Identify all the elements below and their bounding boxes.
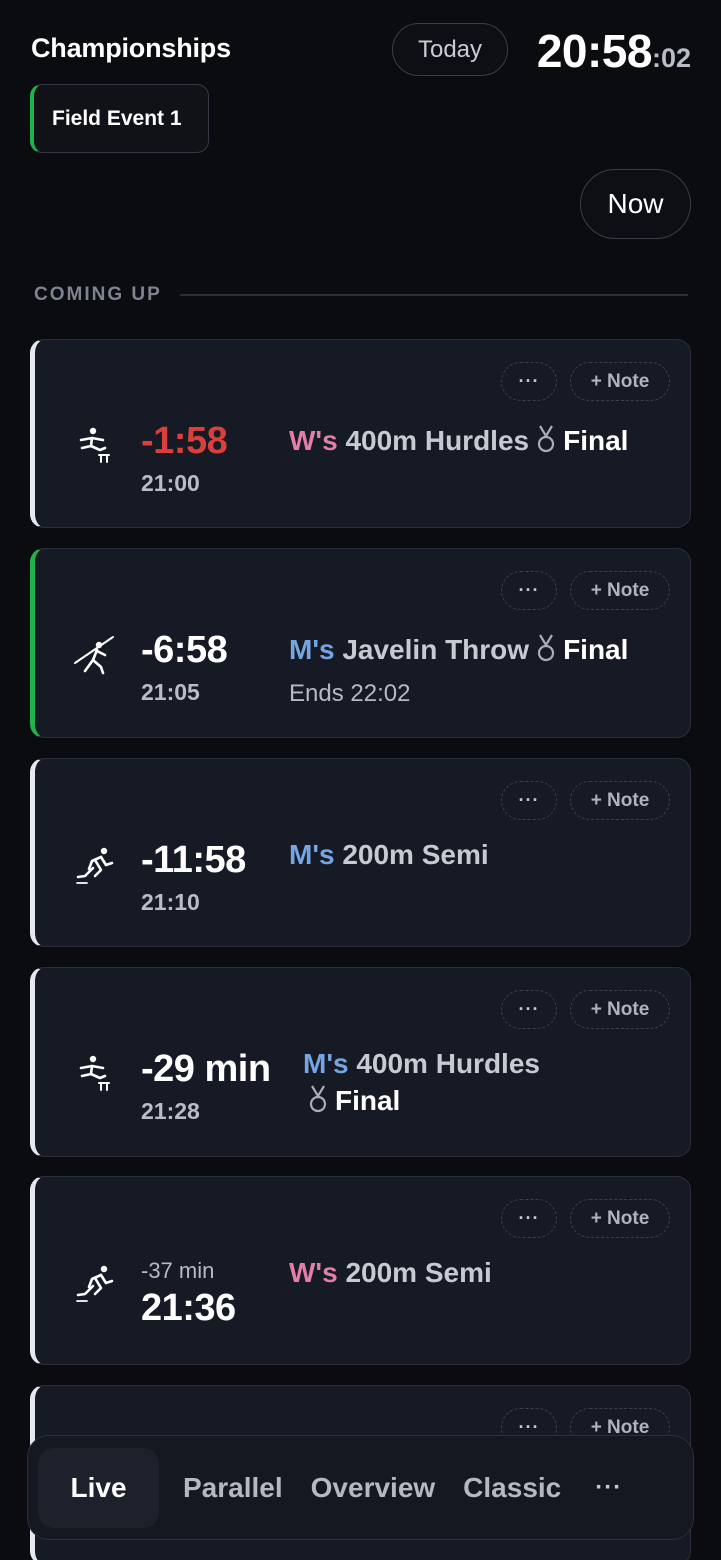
event-card[interactable]: ··· + Note -1:58 21:00 W's 400m Hurdles F… <box>30 339 691 528</box>
event-title: W's 200m Semi <box>289 1257 492 1289</box>
section-header-coming-up: COMING UP <box>34 283 688 307</box>
countdown: -11:58 <box>141 839 246 881</box>
add-note-button[interactable]: + Note <box>570 990 670 1029</box>
clock-seconds: :02 <box>651 43 691 73</box>
sprint-icon <box>73 843 117 887</box>
medal-icon <box>535 633 557 663</box>
countdown: -6:58 <box>141 629 228 671</box>
start-time: 21:28 <box>141 1098 200 1124</box>
gender-label: M's <box>289 634 335 665</box>
countdown: -1:58 <box>141 420 228 462</box>
event-title: M's 200m Semi <box>289 839 489 871</box>
gender-label: W's <box>289 425 338 456</box>
round-label: Final <box>563 634 629 665</box>
add-note-button[interactable]: + Note <box>570 571 670 610</box>
current-time: 20:58:02 <box>537 24 691 78</box>
event-card[interactable]: ··· + Note -6:58 21:05 M's Javelin Throw… <box>30 548 691 738</box>
event-name: Javelin Throw <box>342 634 530 665</box>
javelin-icon <box>73 633 117 677</box>
event-title: M's Javelin Throw Final <box>289 633 628 666</box>
more-options-button[interactable]: ··· <box>501 781 557 820</box>
section-label: COMING UP <box>34 284 162 305</box>
today-button[interactable]: Today <box>392 23 508 76</box>
tab-live[interactable]: Live <box>38 1447 159 1528</box>
start-time: 21:36 <box>141 1287 236 1329</box>
event-name: 400m Hurdles <box>356 1048 540 1079</box>
start-time: 21:05 <box>141 679 200 705</box>
more-tabs-button[interactable]: ··· <box>595 1474 622 1502</box>
event-name: 200m Semi <box>345 1257 492 1288</box>
schedule-screen: Championships Today 20:58:02 Field Event… <box>0 0 721 1560</box>
gender-label: W's <box>289 1257 338 1288</box>
event-end-time: Ends 22:02 <box>289 680 411 707</box>
countdown: -29 min <box>141 1048 271 1090</box>
event-name: 200m Semi <box>342 839 489 870</box>
event-name: 400m Hurdles <box>345 425 530 456</box>
filter-chip-field-event[interactable]: Field Event 1 <box>30 84 209 153</box>
event-card[interactable]: ··· + Note -11:58 21:10 M's 200m Semi <box>30 758 691 947</box>
more-options-button[interactable]: ··· <box>501 362 557 401</box>
app-title: Championships <box>31 33 231 63</box>
event-title: M's 400m Hurdles <box>303 1048 540 1080</box>
tab-parallel[interactable]: Parallel <box>183 1472 283 1504</box>
event-card[interactable]: ··· + Note -29 min 21:28 M's 400m Hurdle… <box>30 967 691 1157</box>
start-time: 21:10 <box>141 889 200 915</box>
round-label: Final <box>563 425 629 456</box>
add-note-button[interactable]: + Note <box>570 1199 670 1238</box>
gender-label: M's <box>289 839 335 870</box>
jump-to-now-button[interactable]: Now <box>580 169 691 239</box>
clock-hours-minutes: 20:58 <box>536 25 653 77</box>
more-options-button[interactable]: ··· <box>501 571 557 610</box>
sprint-icon <box>73 1261 117 1305</box>
tab-classic[interactable]: Classic <box>463 1472 561 1504</box>
add-note-button[interactable]: + Note <box>570 781 670 820</box>
tab-overview[interactable]: Overview <box>311 1472 436 1504</box>
gender-label: M's <box>303 1048 349 1079</box>
start-time: 21:00 <box>141 470 200 496</box>
section-divider <box>179 294 688 296</box>
event-title: W's 400m Hurdles Final <box>289 424 628 457</box>
bottom-tab-bar: Live Parallel Overview Classic ··· <box>27 1435 694 1540</box>
round-label: Final <box>335 1085 401 1116</box>
countdown: -37 min <box>141 1258 215 1283</box>
event-round: Final <box>303 1084 400 1117</box>
medal-icon <box>535 424 557 454</box>
medal-icon <box>307 1084 329 1114</box>
more-options-button[interactable]: ··· <box>501 1199 557 1238</box>
add-note-button[interactable]: + Note <box>570 362 670 401</box>
more-options-button[interactable]: ··· <box>501 990 557 1029</box>
hurdles-icon <box>73 424 117 468</box>
hurdles-icon <box>73 1052 117 1096</box>
event-card[interactable]: ··· + Note -37 min 21:36 W's 200m Semi <box>30 1176 691 1365</box>
